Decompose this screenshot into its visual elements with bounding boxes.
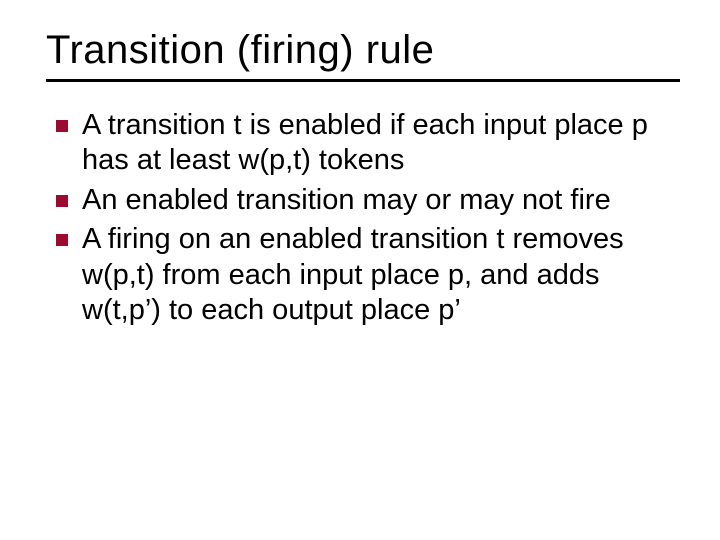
slide-title: Transition (firing) rule [46, 28, 680, 73]
title-underline [46, 79, 680, 82]
list-item: An enabled transition may or may not fir… [56, 183, 670, 218]
square-bullet-icon [56, 120, 68, 132]
bullet-text: A firing on an enabled transition t remo… [82, 222, 670, 328]
square-bullet-icon [56, 234, 68, 246]
bullet-text: An enabled transition may or may not fir… [82, 183, 670, 218]
bullet-list: A transition t is enabled if each input … [56, 108, 670, 328]
bullet-text: A transition t is enabled if each input … [82, 108, 670, 179]
list-item: A transition t is enabled if each input … [56, 108, 670, 179]
slide: Transition (firing) rule A transition t … [0, 0, 720, 540]
list-item: A firing on an enabled transition t remo… [56, 222, 670, 328]
square-bullet-icon [56, 195, 68, 207]
